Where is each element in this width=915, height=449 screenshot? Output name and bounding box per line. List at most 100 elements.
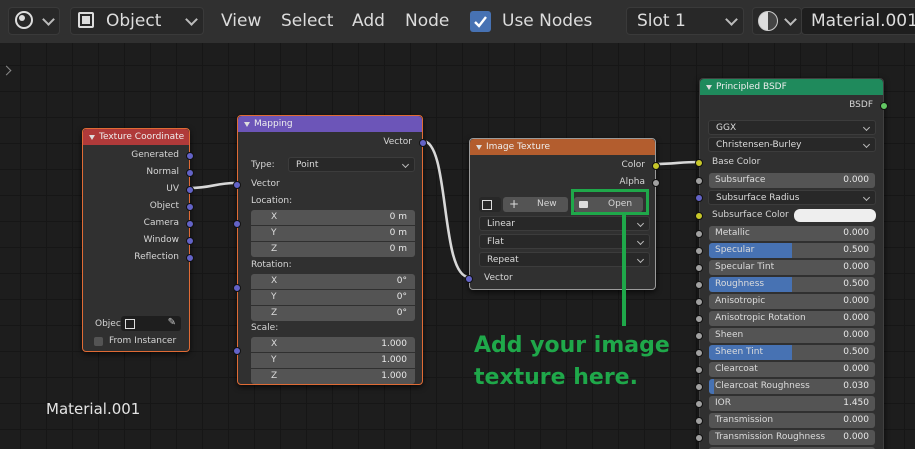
socket[interactable] bbox=[652, 162, 660, 170]
location-z-field[interactable]: Z 0 m bbox=[251, 242, 415, 257]
subsurface-method-value: Christensen-Burley bbox=[716, 140, 802, 150]
plus-icon: + bbox=[509, 197, 520, 211]
socket[interactable] bbox=[465, 275, 473, 283]
socket[interactable] bbox=[695, 366, 703, 374]
output-reflection: Reflection bbox=[134, 252, 179, 262]
location-y-field[interactable]: Y 0 m bbox=[251, 226, 415, 241]
socket[interactable] bbox=[695, 400, 703, 408]
principled-input-sheen[interactable]: Sheen 0.000 bbox=[709, 328, 875, 343]
menu-add[interactable]: Add bbox=[352, 11, 385, 31]
node-editor-canvas[interactable]: Texture Coordinate Generated Normal UV O… bbox=[0, 43, 915, 449]
socket[interactable] bbox=[233, 347, 241, 355]
chevron-down-icon bbox=[862, 123, 871, 132]
use-nodes-checkbox[interactable] bbox=[470, 11, 491, 32]
location-x-field[interactable]: X 0 m bbox=[251, 210, 415, 225]
principled-input-specular-tint[interactable]: Specular Tint 0.000 bbox=[709, 260, 875, 275]
socket[interactable] bbox=[186, 203, 194, 211]
socket[interactable] bbox=[186, 186, 194, 194]
socket[interactable] bbox=[695, 264, 703, 272]
editor-type-button[interactable] bbox=[8, 7, 60, 35]
socket[interactable] bbox=[695, 281, 703, 289]
field-value: 0 m bbox=[389, 244, 407, 254]
node-header[interactable]: Image Texture bbox=[470, 139, 655, 155]
principled-input-clearcoat-roughness[interactable]: Clearcoat Roughness 0.030 bbox=[709, 379, 875, 394]
socket[interactable] bbox=[186, 152, 194, 160]
menu-select[interactable]: Select bbox=[281, 11, 333, 31]
socket[interactable] bbox=[695, 332, 703, 340]
socket[interactable] bbox=[419, 139, 427, 147]
object-mode-dropdown[interactable]: Object bbox=[70, 7, 204, 35]
socket[interactable] bbox=[695, 159, 703, 167]
subsurface-method-dropdown[interactable]: Christensen-Burley bbox=[708, 137, 876, 152]
axis-label: Z bbox=[271, 371, 278, 381]
socket[interactable] bbox=[880, 102, 888, 110]
rotation-z-field[interactable]: Z 0° bbox=[251, 306, 415, 321]
distribution-dropdown[interactable]: GGX bbox=[708, 120, 876, 135]
socket[interactable] bbox=[652, 179, 660, 187]
principled-input-anisotropic-rotation[interactable]: Anisotropic Rotation 0.000 bbox=[709, 311, 875, 326]
socket[interactable] bbox=[695, 212, 703, 220]
principled-input-transmission[interactable]: Transmission 0.000 bbox=[709, 413, 875, 428]
socket[interactable] bbox=[233, 181, 241, 189]
menu-node[interactable]: Node bbox=[405, 11, 449, 31]
collapse-arrow-icon[interactable] bbox=[244, 122, 250, 127]
texture-coordinate-node[interactable]: Texture Coordinate Generated Normal UV O… bbox=[82, 128, 194, 352]
collapse-arrow-icon[interactable] bbox=[89, 135, 95, 140]
rotation-label: Rotation: bbox=[251, 260, 292, 270]
menu-view[interactable]: View bbox=[221, 11, 261, 31]
image-browse-button[interactable] bbox=[479, 197, 501, 212]
socket[interactable] bbox=[695, 194, 703, 202]
object-picker-field[interactable]: ✎ bbox=[121, 316, 181, 331]
principled-input-anisotropic[interactable]: Anisotropic 0.000 bbox=[709, 294, 875, 309]
subsurface-color-label: Subsurface Color bbox=[712, 210, 789, 220]
socket[interactable] bbox=[695, 417, 703, 425]
node-header[interactable]: Texture Coordinate bbox=[83, 129, 189, 145]
material-browse-button[interactable] bbox=[752, 7, 802, 35]
rotation-x-field[interactable]: X 0° bbox=[251, 274, 415, 289]
collapse-arrow-icon[interactable] bbox=[706, 85, 712, 90]
eyedropper-icon[interactable]: ✎ bbox=[168, 317, 176, 328]
socket[interactable] bbox=[186, 169, 194, 177]
mapping-node[interactable]: Mapping Vector Type: Point Vector Locati… bbox=[233, 115, 427, 385]
principled-input-sheen-tint[interactable]: Sheen Tint 0.500 bbox=[709, 345, 875, 360]
scale-y-field[interactable]: Y 1.000 bbox=[251, 353, 415, 368]
socket[interactable] bbox=[695, 383, 703, 391]
type-dropdown[interactable]: Point bbox=[288, 157, 415, 172]
scale-x-field[interactable]: X 1.000 bbox=[251, 337, 415, 352]
socket[interactable] bbox=[186, 254, 194, 262]
socket[interactable] bbox=[695, 177, 703, 185]
socket[interactable] bbox=[233, 284, 241, 292]
socket[interactable] bbox=[695, 298, 703, 306]
subsurface-radius-dropdown[interactable]: Subsurface Radius bbox=[708, 190, 876, 205]
location-label: Location: bbox=[251, 196, 293, 206]
socket[interactable] bbox=[186, 237, 194, 245]
slot-dropdown[interactable]: Slot 1 bbox=[626, 7, 744, 35]
principled-input-metallic[interactable]: Metallic 0.000 bbox=[709, 226, 875, 241]
principled-input-specular[interactable]: Specular 0.500 bbox=[709, 243, 875, 258]
rotation-y-field[interactable]: Y 0° bbox=[251, 290, 415, 305]
material-name-field[interactable]: Material.001 bbox=[801, 7, 915, 35]
material-name-value: Material.001 bbox=[811, 11, 915, 31]
subsurface-field[interactable]: Subsurface 0.000 bbox=[709, 173, 875, 188]
principled-input-roughness[interactable]: Roughness 0.500 bbox=[709, 277, 875, 292]
principled-bsdf-node[interactable]: Principled BSDF BSDF GGX Christensen-Bur… bbox=[695, 78, 888, 449]
node-header[interactable]: Mapping bbox=[238, 116, 422, 132]
socket[interactable] bbox=[233, 220, 241, 228]
socket[interactable] bbox=[186, 220, 194, 228]
socket[interactable] bbox=[695, 230, 703, 238]
node-title: Principled BSDF bbox=[716, 82, 787, 92]
socket[interactable] bbox=[695, 315, 703, 323]
socket[interactable] bbox=[695, 247, 703, 255]
scale-z-field[interactable]: Z 1.000 bbox=[251, 369, 415, 384]
principled-input-clearcoat[interactable]: Clearcoat 0.000 bbox=[709, 362, 875, 377]
principled-input-transmission-roughness[interactable]: Transmission Roughness 0.000 bbox=[709, 430, 875, 445]
from-instancer-checkbox[interactable] bbox=[94, 337, 103, 346]
new-image-button[interactable]: + New bbox=[503, 197, 568, 212]
subsurface-color-swatch[interactable] bbox=[794, 209, 876, 222]
collapse-arrow-icon[interactable] bbox=[476, 145, 482, 150]
field-value: 0 m bbox=[389, 212, 407, 222]
socket[interactable] bbox=[695, 349, 703, 357]
principled-input-ior[interactable]: IOR 1.450 bbox=[709, 396, 875, 411]
node-header[interactable]: Principled BSDF bbox=[700, 79, 883, 95]
socket[interactable] bbox=[695, 434, 703, 442]
